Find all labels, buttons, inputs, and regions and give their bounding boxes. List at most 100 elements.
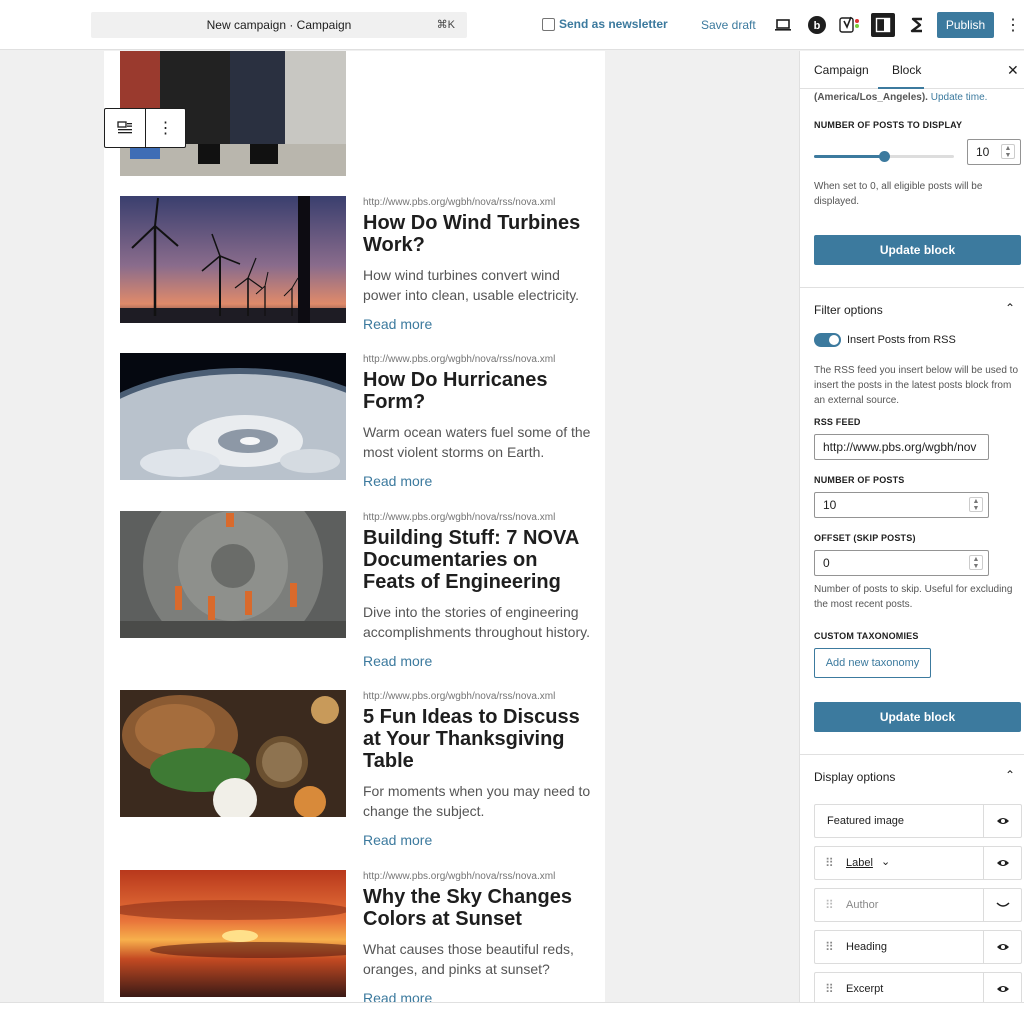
newsletter-label: Send as newsletter [559,17,668,31]
post-item[interactable]: http://www.pbs.org/wgbh/nova/rss/nova.xm… [120,690,590,860]
timezone-text: (America/Los_Angeles). [814,92,928,103]
sidebar-tabs: Campaign Block ✕ [800,51,1024,89]
post-excerpt: Dive into the stories of engineering acc… [363,604,590,640]
rss-feed-label: RSS FEED [814,417,861,427]
display-option-author[interactable]: ⠿ Author [814,888,1022,922]
post-source: http://www.pbs.org/wgbh/nova/rss/nova.xm… [363,354,556,365]
eye-icon[interactable] [983,973,1021,1002]
update-time-link[interactable]: Update time. [931,92,988,103]
divider [800,754,1024,755]
save-draft-button[interactable]: Save draft [701,18,756,32]
rss-help: The RSS feed you insert below will be us… [814,365,1018,406]
send-as-newsletter-checkbox[interactable]: Send as newsletter [542,17,668,31]
slider-thumb[interactable] [879,151,890,162]
post-title[interactable]: Why the Sky Changes Colors at Sunset [363,886,593,930]
post-item[interactable]: http://www.pbs.org/wgbh/nova/rss/nova.xm… [120,353,590,503]
divider [800,287,1024,288]
editor-canvas: ⋮ http://www.pbs.org/wgbh/nova/rss/nova.… [0,51,799,1002]
post-featured-image [120,196,346,323]
display-option-label: Featured image [827,815,905,827]
editor-topbar: New campaign · Campaign ⌘K Send as newsl… [0,0,1024,50]
num-display-help: When set to 0, all eligible posts will b… [814,181,983,207]
read-more-link[interactable]: Read more [363,832,593,848]
display-option-featured-image[interactable]: Featured image [814,804,1022,838]
drag-handle-icon[interactable]: ⠿ [825,856,834,870]
rss-feed-input[interactable]: http://www.pbs.org/wgbh/nov [814,434,989,460]
active-tab-indicator [878,87,924,89]
chevron-up-icon[interactable]: ⌃ [1005,768,1015,782]
post-excerpt: How wind turbines convert wind power int… [363,267,580,303]
toggle-knob [829,335,839,345]
yoast-seo-icon[interactable] [838,13,862,37]
display-option-label[interactable]: ⠿ Label ⌄ [814,846,1022,880]
plugin-s-icon[interactable] [905,13,929,37]
post-item[interactable]: http://www.pbs.org/wgbh/nova/rss/nova.xm… [120,511,590,681]
stepper-icon[interactable]: ▲ ▼ [1001,144,1015,159]
update-block-button[interactable]: Update block [814,702,1021,732]
eye-closed-icon[interactable] [983,889,1021,921]
num-display-input[interactable]: 10 ▲ ▼ [967,139,1021,165]
post-featured-image [120,511,346,638]
drag-handle-icon[interactable]: ⠿ [825,940,834,954]
add-taxonomy-button[interactable]: Add new taxonomy [814,648,931,678]
display-option-excerpt[interactable]: ⠿ Excerpt [814,972,1022,1002]
post-source: http://www.pbs.org/wgbh/nova/rss/nova.xm… [363,197,556,208]
tab-campaign[interactable]: Campaign [814,63,869,77]
post-featured-image [120,870,346,997]
num-display-label: NUMBER OF POSTS TO DISPLAY [814,120,963,130]
post-item[interactable]: http://www.pbs.org/wgbh/nova/rss/nova.xm… [120,870,590,1002]
block-options-icon[interactable]: ⋮ [144,109,185,147]
display-options-header[interactable]: Display options [814,770,895,784]
offset-input[interactable]: 0 ▲ ▼ [814,550,989,576]
tab-block[interactable]: Block [892,63,921,77]
num-display-slider[interactable] [814,150,954,162]
post-item[interactable]: http://www.pbs.org/wgbh/nova/rss/nova.xm… [120,196,590,346]
num-posts-label: NUMBER OF POSTS [814,475,905,485]
drag-handle-icon[interactable]: ⠿ [825,898,834,912]
document-title: New campaign · Campaign [206,18,352,32]
display-option-label: Author [846,899,879,911]
eye-icon[interactable] [983,931,1021,963]
read-more-link[interactable]: Read more [363,473,593,489]
chevron-down-icon[interactable]: ⌄ [881,855,890,868]
stepper-icon[interactable]: ▲ ▼ [969,555,983,570]
display-option-label: Excerpt [846,983,884,995]
read-more-link[interactable]: Read more [363,653,593,669]
more-options-icon[interactable]: ⋮ [1005,13,1021,37]
update-block-button[interactable]: Update block [814,235,1021,265]
settings-sidebar-toggle-icon[interactable] [871,13,895,37]
post-title[interactable]: Building Stuff: 7 NOVA Documentaries on … [363,527,593,593]
read-more-link[interactable]: Read more [363,990,593,1002]
timezone-line: (America/Los_Angeles). Update time. [814,92,987,103]
post-featured-image [120,353,346,480]
post-excerpt: For moments when you may need to change … [363,783,591,819]
post-meta: http://www.pbs.org/wgbh/nova/rss/nova.xm… [363,870,593,1002]
post-item[interactable] [120,51,590,176]
display-option-label: Heading [846,941,887,953]
drag-handle-icon[interactable]: ⠿ [825,982,834,996]
block-type-icon[interactable] [105,109,145,147]
rss-toggle[interactable] [814,333,841,347]
read-more-link[interactable]: Read more [363,316,593,332]
checkbox-box[interactable] [542,17,555,31]
num-posts-input[interactable]: 10 ▲ ▼ [814,492,989,518]
post-meta: http://www.pbs.org/wgbh/nova/rss/nova.xm… [363,690,593,848]
close-icon[interactable]: ✕ [1007,62,1019,79]
preview-laptop-icon[interactable] [771,13,795,37]
post-source: http://www.pbs.org/wgbh/nova/rss/nova.xm… [363,871,556,882]
publish-button[interactable]: Publish [937,12,994,38]
post-title[interactable]: How Do Hurricanes Form? [363,369,593,413]
post-featured-image [120,690,346,817]
display-option-heading[interactable]: ⠿ Heading [814,930,1022,964]
post-title[interactable]: How Do Wind Turbines Work? [363,212,593,256]
stepper-icon[interactable]: ▲ ▼ [969,497,983,512]
offset-help: Number of posts to skip. Useful for excl… [814,584,1013,610]
chevron-up-icon[interactable]: ⌃ [1005,301,1015,315]
eye-icon[interactable] [983,805,1021,837]
eye-icon[interactable] [983,847,1021,879]
filter-options-header[interactable]: Filter options [814,303,883,317]
post-meta: http://www.pbs.org/wgbh/nova/rss/nova.xm… [363,353,593,489]
post-title[interactable]: 5 Fun Ideas to Discuss at Your Thanksgiv… [363,706,593,772]
plugin-b-icon[interactable]: b [805,13,829,37]
command-palette-button[interactable]: New campaign · Campaign ⌘K [91,12,467,38]
